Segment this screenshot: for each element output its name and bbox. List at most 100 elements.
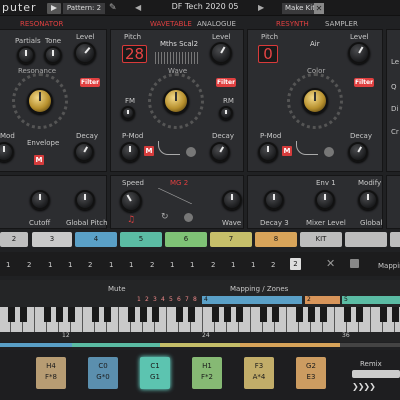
track-tab-5[interactable]: 5: [120, 232, 162, 247]
black-key[interactable]: [92, 307, 99, 322]
step[interactable]: 1: [190, 261, 194, 269]
decay-knob[interactable]: [348, 142, 368, 162]
preset-next-icon[interactable]: ▶: [258, 3, 264, 12]
black-key[interactable]: [320, 307, 327, 322]
mute-number[interactable]: 1: [137, 296, 141, 303]
level-knob[interactable]: [74, 42, 96, 64]
black-key[interactable]: [224, 307, 231, 322]
env1-knob[interactable]: [315, 190, 335, 210]
global-pitch-knob[interactable]: [75, 190, 95, 210]
mute-number[interactable]: 2: [145, 296, 149, 303]
sync-icon[interactable]: ↻: [161, 212, 169, 222]
filter-button[interactable]: Filter: [216, 78, 236, 87]
step[interactable]: 1: [6, 261, 10, 269]
note-icon[interactable]: ♫: [127, 215, 135, 225]
pmod-knob[interactable]: [258, 142, 278, 162]
last-step-box[interactable]: 2: [290, 258, 301, 270]
preset-prev-icon[interactable]: ◀: [135, 3, 141, 12]
clear-icon[interactable]: ✕: [326, 257, 335, 270]
pattern-selector[interactable]: Pattern: 2: [63, 3, 105, 14]
black-key[interactable]: [344, 307, 351, 322]
tab-sampler[interactable]: SAMPLER: [325, 20, 358, 28]
pmod-knob[interactable]: [120, 142, 140, 162]
mute-number[interactable]: 6: [177, 296, 181, 303]
black-key[interactable]: [188, 307, 195, 322]
speed-knob[interactable]: [120, 190, 142, 212]
track-tab-2[interactable]: 2: [0, 232, 28, 247]
filter-button[interactable]: Filter: [354, 78, 374, 87]
m-button[interactable]: M: [282, 146, 292, 156]
envelope-toggle-icon[interactable]: [324, 147, 334, 157]
black-key[interactable]: [296, 307, 303, 322]
step[interactable]: 2: [27, 261, 31, 269]
step[interactable]: 1: [48, 261, 52, 269]
step[interactable]: 1: [68, 261, 72, 269]
tone-knob[interactable]: [44, 46, 62, 64]
m-button[interactable]: M: [34, 155, 44, 165]
fm-knob[interactable]: [121, 106, 135, 120]
tab-wavetable[interactable]: WAVETABLE: [150, 20, 192, 28]
m-button[interactable]: M: [144, 146, 154, 156]
decay3-knob[interactable]: [264, 190, 284, 210]
resonance-knob[interactable]: [27, 88, 53, 114]
pitch-display[interactable]: 28: [122, 45, 147, 63]
mute-number[interactable]: 8: [193, 296, 197, 303]
track-tab-6[interactable]: 6: [165, 232, 207, 247]
black-key[interactable]: [140, 307, 147, 322]
pad-6[interactable]: G2 E3: [296, 357, 326, 389]
black-key[interactable]: [44, 307, 51, 322]
cutoff-knob[interactable]: [30, 190, 50, 210]
track-tab-8[interactable]: 8: [255, 232, 297, 247]
color-knob[interactable]: [302, 88, 328, 114]
black-key[interactable]: [212, 307, 219, 322]
pad-2[interactable]: C0 G*0: [88, 357, 118, 389]
close-icon[interactable]: ✕: [314, 3, 324, 14]
black-key[interactable]: [260, 307, 267, 322]
step[interactable]: 2: [88, 261, 92, 269]
mute-number[interactable]: 4: [161, 296, 165, 303]
mute-number[interactable]: 3: [153, 296, 157, 303]
tab-analogue[interactable]: ANALOGUE: [197, 20, 236, 28]
black-key[interactable]: [104, 307, 111, 322]
make-kit-button[interactable]: Make Kit: [282, 3, 318, 14]
remix-slider[interactable]: [352, 370, 400, 378]
black-key[interactable]: [152, 307, 159, 322]
save-icon[interactable]: [350, 259, 359, 268]
decay-knob[interactable]: [74, 142, 94, 162]
pitch-display[interactable]: 0: [258, 45, 278, 63]
black-key[interactable]: [380, 307, 387, 322]
black-key[interactable]: [176, 307, 183, 322]
wave-mod-knob[interactable]: [222, 190, 242, 210]
step[interactable]: 2: [211, 261, 215, 269]
level-knob[interactable]: [210, 42, 232, 64]
black-key[interactable]: [56, 307, 63, 322]
modify-knob[interactable]: [358, 190, 378, 210]
black-key[interactable]: [128, 307, 135, 322]
black-key[interactable]: [392, 307, 399, 322]
level-knob[interactable]: [348, 42, 370, 64]
track-tab-3[interactable]: 3: [32, 232, 72, 247]
track-tab-7[interactable]: 7: [210, 232, 252, 247]
tab-resonator[interactable]: RESONATOR: [20, 20, 63, 28]
black-key[interactable]: [356, 307, 363, 322]
preset-name[interactable]: DF Tech 2020 05: [150, 2, 260, 14]
step[interactable]: 1: [231, 261, 235, 269]
black-key[interactable]: [68, 307, 75, 322]
zone-4[interactable]: 4: [202, 296, 302, 304]
rm-knob[interactable]: [219, 106, 233, 120]
edit-icon[interactable]: ✎: [109, 3, 117, 13]
black-key[interactable]: [20, 307, 27, 322]
partials-knob[interactable]: [17, 46, 35, 64]
mute-number[interactable]: 7: [185, 296, 189, 303]
wave-knob[interactable]: [163, 88, 189, 114]
toggle-icon[interactable]: [184, 213, 193, 222]
step[interactable]: 1: [129, 261, 133, 269]
arrows-icon[interactable]: ❯❯❯❯: [352, 382, 376, 391]
track-tab-4[interactable]: 4: [75, 232, 117, 247]
track-tab-extra[interactable]: [345, 232, 387, 247]
decay-knob[interactable]: [210, 142, 230, 162]
black-key[interactable]: [272, 307, 279, 322]
pad-1[interactable]: H4 F*8: [36, 357, 66, 389]
pad-4[interactable]: H1 F*2: [192, 357, 222, 389]
zone-5[interactable]: 5: [342, 296, 400, 304]
